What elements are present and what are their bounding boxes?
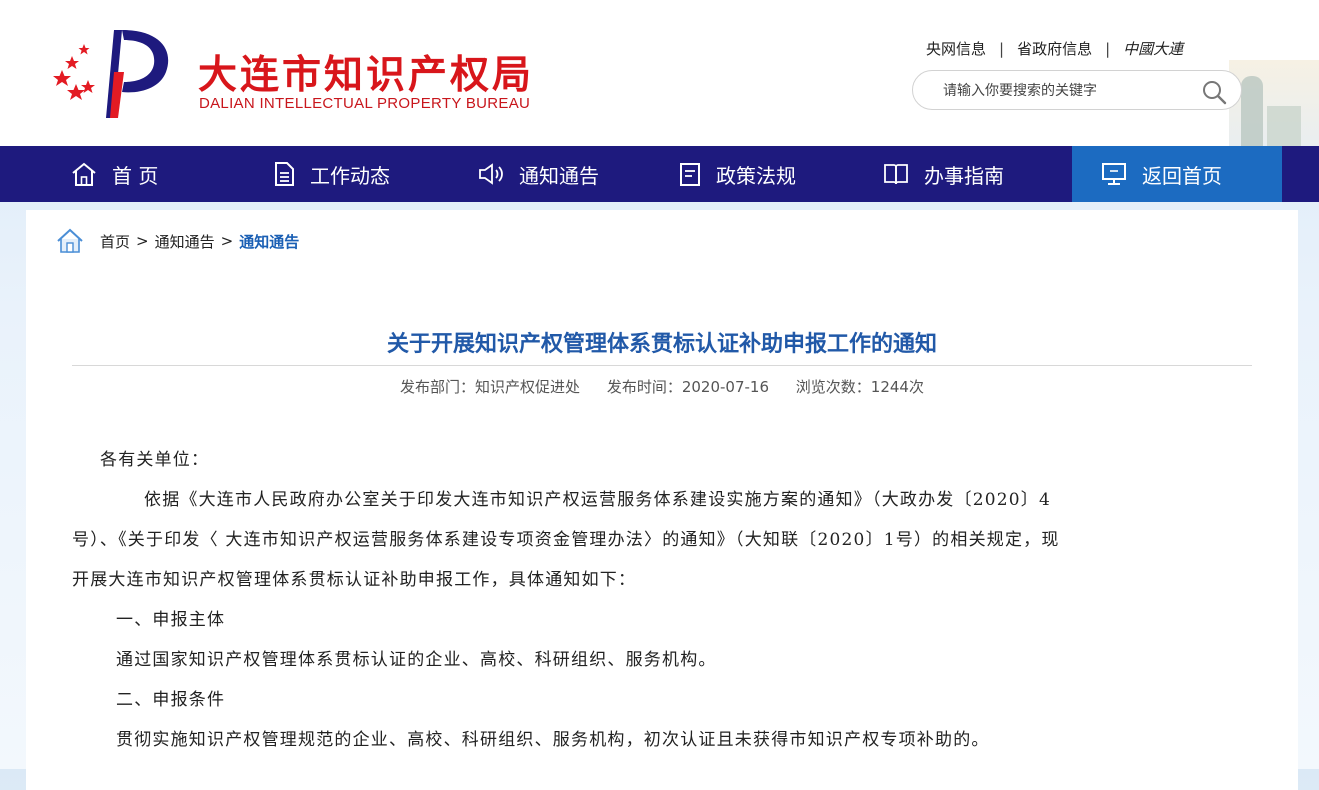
body-line: 二、申报条件 <box>116 690 226 710</box>
nav-item-return-home[interactable]: 返回首页 <box>1072 146 1282 202</box>
province-info-link[interactable]: 省政府信息 <box>1017 40 1092 58</box>
article-title: 关于开展知识产权管理体系贯标认证补助申报工作的通知 <box>386 332 937 357</box>
nav-item-work-news[interactable]: 工作动态 <box>272 146 390 202</box>
breadcrumb: 首页 > 通知通告 > 通知通告 <box>56 228 299 254</box>
breadcrumb-home[interactable]: 首页 <box>100 231 130 252</box>
breadcrumb-home-icon[interactable] <box>56 228 84 254</box>
breadcrumb-notices[interactable]: 通知通告 <box>155 231 215 252</box>
nav-label: 返回首页 <box>1142 163 1222 188</box>
top-links: 央网信息 | 省政府信息 | 中國大連 <box>926 40 1184 58</box>
body-line: 一、申报主体 <box>116 610 226 630</box>
breadcrumb-separator: > <box>136 232 149 250</box>
cctv-info-link[interactable]: 央网信息 <box>926 40 986 58</box>
body-line: 各有关单位： <box>100 450 210 470</box>
article-meta: 发布部门：知识产权促进处 发布时间：2020-07-16 浏览次数：1244次 <box>26 376 1298 397</box>
meta-department: 发布部门：知识产权促进处 <box>400 378 581 396</box>
breadcrumb-separator: > <box>220 232 234 250</box>
nav-label: 办事指南 <box>924 163 1004 188</box>
search-box <box>912 70 1242 110</box>
bureau-logo-icon[interactable] <box>48 22 178 122</box>
search-icon[interactable] <box>1201 79 1227 105</box>
title-divider <box>72 365 1252 366</box>
document-icon <box>275 162 294 186</box>
header-decoration <box>1229 60 1319 146</box>
nav-label: 工作动态 <box>310 163 390 188</box>
main-nav: 首 页 工作动态 通知通告 政策法规 办事指南 返回首页 <box>0 146 1319 202</box>
nav-label: 首 页 <box>112 163 159 188</box>
nav-label: 政策法规 <box>716 163 796 188</box>
monitor-icon <box>1102 163 1126 185</box>
speaker-icon <box>479 163 503 185</box>
nav-label: 通知通告 <box>519 163 599 188</box>
body-line: 开展大连市知识产权管理体系贯标认证补助申报工作，具体通知如下： <box>72 570 637 590</box>
meta-date: 发布时间：2020-07-16 <box>606 378 769 396</box>
site-header: 大连市知识产权局 DALIAN INTELLECTUAL PROPERTY BU… <box>0 0 1319 146</box>
body-line: 依据《大连市人民政府办公室关于印发大连市知识产权运营服务体系建设实施方案的通知》… <box>144 490 1051 510</box>
body-line: 号）、《关于印发〈 大连市知识产权运营服务体系建设专项资金管理办法〉的通知》（大… <box>72 530 1060 550</box>
nav-item-guide[interactable]: 办事指南 <box>882 146 1004 202</box>
body-line: 贯彻实施知识产权管理规范的企业、高校、科研组织、服务机构，初次认证且未获得市知识… <box>116 730 990 750</box>
search-input[interactable] <box>941 79 1195 103</box>
book-icon <box>884 164 908 185</box>
nav-item-home[interactable]: 首 页 <box>70 146 158 202</box>
nav-item-notices[interactable]: 通知通告 <box>477 146 599 202</box>
content-panel: 首页 > 通知通告 > 通知通告 关于开展知识产权管理体系贯标认证补助申报工作的… <box>26 210 1298 790</box>
breadcrumb-current[interactable]: 通知通告 <box>239 231 299 252</box>
china-dalian-link[interactable]: 中國大連 <box>1123 40 1183 58</box>
site-name-en: DALIAN INTELLECTUAL PROPERTY BUREAU <box>199 95 531 112</box>
body-line: 通过国家知识产权管理体系贯标认证的企业、高校、科研组织、服务机构。 <box>116 650 717 670</box>
clipboard-icon <box>680 163 700 186</box>
meta-views: 浏览次数：1244次 <box>795 378 924 396</box>
nav-item-policies[interactable]: 政策法规 <box>678 146 796 202</box>
home-icon <box>72 162 96 186</box>
site-name-cn: 大连市知识产权局 <box>198 53 535 98</box>
